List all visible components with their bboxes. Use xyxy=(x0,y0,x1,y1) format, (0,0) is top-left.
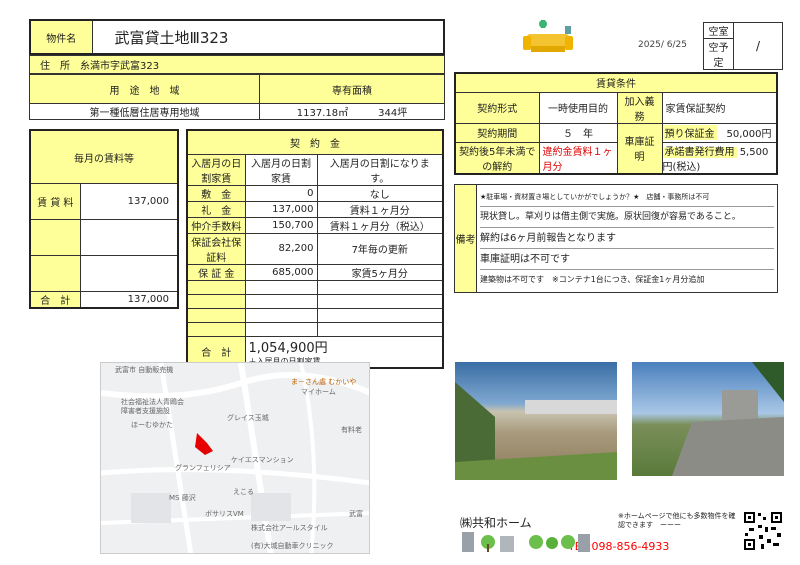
map-label: ま－さん處 むかいや xyxy=(291,378,357,386)
map-label: えこる xyxy=(233,488,254,496)
map-label: ボサリスVM xyxy=(205,510,244,518)
contract-row-amount: 137,000 xyxy=(244,200,318,218)
rent-value: 137,000 xyxy=(79,183,179,220)
property-name: 武富貸土地Ⅲ323 xyxy=(91,19,445,55)
status-planned: 空予定 xyxy=(703,38,734,70)
contract-row-amount: 150,700 xyxy=(244,216,318,234)
contract-row-amount: 0 xyxy=(244,184,318,202)
property-name-table: 物件名 武富貸土地Ⅲ323 xyxy=(29,19,445,55)
conditions-table: 賃貸条件 契約形式 一時使用目的 加入義務 家賃保証契約 契約期間 ５ 年車庫証明 預り保… xyxy=(454,72,778,175)
contract-type-label: 契約形式 xyxy=(454,91,540,124)
contract-table: 契 約 金 入居月の日割家賃 入居月の日割家賃 入居月の日割になります。 敷 金0な… xyxy=(186,129,444,369)
insurance: 家賃保証契約 xyxy=(661,91,778,124)
site-photo-1 xyxy=(455,362,617,480)
period-label: 契約期間 xyxy=(454,122,540,143)
contract-row-label: 礼 金 xyxy=(186,200,246,218)
issue-date: 2025/ 6/25 xyxy=(638,40,688,50)
address: 糸満市字武富323 xyxy=(80,61,160,72)
map-label: MS 藤沢 xyxy=(169,494,196,502)
map-label: 株式会社アールスタイル xyxy=(251,524,328,532)
monthly-total-label: 合 計 xyxy=(29,291,81,309)
contract-row-note: なし xyxy=(316,184,444,202)
cert-fee-label: 承諾書発行費用 xyxy=(662,146,737,158)
contract-row-label: 入居月の日割家賃 xyxy=(186,153,246,186)
usage-value: 第一種低層住居専用地域 xyxy=(29,103,260,120)
contract-row-note: 家賃5ヶ月分 xyxy=(316,263,444,281)
property-marker-icon xyxy=(195,433,213,455)
deposit: 50,000円 xyxy=(726,129,772,140)
contract-row-note: 入居月の日割になります。 xyxy=(316,153,444,186)
company-name: ㈱共和ホーム xyxy=(460,516,532,530)
monthly-total: 137,000 xyxy=(79,291,179,309)
map-label: 有料老 xyxy=(341,426,362,434)
contract-total: 1,054,900円 xyxy=(248,340,328,356)
qr-code-icon[interactable] xyxy=(743,511,783,551)
deposit-label: 預り保証金 xyxy=(662,125,717,140)
map-label: グレイス玉城 xyxy=(227,414,269,422)
insurance-label: 加入義務 xyxy=(616,91,663,124)
contract-row-amount: 82,200 xyxy=(244,232,318,265)
map-label: ほーむゆかた xyxy=(131,421,173,429)
remarks-table: 備考 ★駐車場・資材置き場としていかがでしょうか？★ 店舗・事務所は不可 現状貸… xyxy=(454,184,778,293)
monthly-title: 毎月の賃料等 xyxy=(29,129,179,184)
remarks-line: 車庫証明は不可です xyxy=(480,249,774,270)
monthly-table: 毎月の賃料等 賃 貸 料 137,000 合 計 137,000 xyxy=(29,129,179,309)
usage-label: 用 途 地 域 xyxy=(29,74,260,104)
remarks-line: 現状貸し。草刈りは借主側で実施。原状回復が容易であること。 xyxy=(480,207,774,228)
area-tsubo: 344坪 xyxy=(378,108,408,119)
site-photo-2 xyxy=(632,362,784,476)
rent-label: 賃 貸 料 xyxy=(29,183,81,220)
contract-row-amount: 685,000 xyxy=(244,263,318,281)
contract-row-label: 仲介手数料 xyxy=(186,216,246,234)
contract-row-note: 7年毎の更新 xyxy=(316,232,444,265)
map-label: 武富 xyxy=(349,510,363,518)
area-m2: 1137.18㎡ xyxy=(296,108,349,119)
conditions-title: 賃貸条件 xyxy=(454,72,778,93)
penalty: 違約金賃料１ヶ月分 xyxy=(538,141,618,174)
map-label: マイホーム xyxy=(301,388,336,396)
address-table: 住 所 糸満市字武富323 xyxy=(29,55,445,74)
status-mark: / xyxy=(733,22,783,70)
remarks-label: 備考 xyxy=(454,184,477,293)
contract-row-label: 敷 金 xyxy=(186,184,246,202)
period: ５ 年 xyxy=(538,122,618,143)
contract-row-label: 保証会社保証料 xyxy=(186,232,246,265)
map-label: グランフェリシア xyxy=(175,464,231,472)
map-label: (有)大城自動車クリニック xyxy=(251,542,334,550)
status-table: 空室 / 空予定 xyxy=(703,22,783,70)
contract-row-note: 賃料１ヶ月分 xyxy=(316,200,444,218)
contract-row-note: 賃料１ヶ月分（税込） xyxy=(316,216,444,234)
map-label: 障害者支援施設 xyxy=(121,407,170,415)
area-label: 専有面積 xyxy=(259,74,445,104)
remarks-line: ★駐車場・資材置き場としていかがでしょうか？★ 店舗・事務所は不可 xyxy=(480,187,774,207)
address-label: 住 所 xyxy=(40,61,70,72)
property-name-label: 物件名 xyxy=(29,19,93,55)
location-map[interactable]: 武富市 自動販売機 社会福祉法人青鴎会 障害者支援施設 ほーむゆかた グレイス玉… xyxy=(100,362,370,554)
remarks-line: 解約は6ヶ月前報告となります xyxy=(480,228,774,249)
map-label: 武富市 自動販売機 xyxy=(115,366,174,374)
sofa-icon xyxy=(523,20,573,52)
penalty-label: 契約後5年未満での解約 xyxy=(454,141,540,174)
contract-title: 契 約 金 xyxy=(186,129,444,155)
usage-table: 用 途 地 域専有面積 第一種低層住居専用地域 1137.18㎡ 344坪 xyxy=(29,74,445,120)
contract-row-amount: 入居月の日割家賃 xyxy=(244,153,318,186)
remarks-line: 建築物は不可です ※コンテナ1台につき、保証金1ヶ月分追加 xyxy=(480,275,705,284)
contract-row-label: 保 証 金 xyxy=(186,263,246,281)
map-label: ケイエスマンション xyxy=(231,456,294,464)
homepage-note: ※ホームページで他にも多数物件を確認できます ーーー xyxy=(618,512,736,529)
town-illustration-icon xyxy=(462,532,590,552)
status-vacant: 空室 xyxy=(703,22,734,39)
contract-type: 一時使用目的 xyxy=(538,91,618,124)
vehicle-cert-label: 車庫証明 xyxy=(616,122,663,174)
